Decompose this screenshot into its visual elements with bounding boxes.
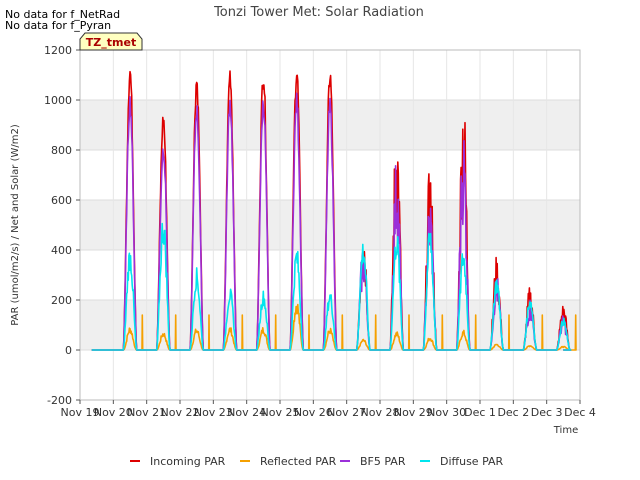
y-axis-label: PAR (umol/m2/s) / Net and Solar (W/m2): [10, 124, 21, 326]
no-data-note-2: No data for f_Pyran: [5, 19, 111, 32]
background-bands: [80, 100, 580, 350]
legend: Incoming PAR Reflected PAR BF5 PAR Diffuse …: [130, 455, 504, 468]
x-tick-label: Dec 2: [497, 406, 529, 419]
y-tick-label: 0: [65, 344, 72, 357]
x-tick-label: Dec 3: [531, 406, 563, 419]
legend-label: BF5 PAR: [360, 455, 406, 468]
legend-label: Diffuse PAR: [440, 455, 504, 468]
background-band: [80, 200, 580, 250]
y-tick-label: 400: [51, 244, 72, 257]
tz-annotation-box: TZ_tmet: [79, 32, 143, 51]
y-tick-label: 200: [51, 294, 72, 307]
x-tick-label: Dec 4: [564, 406, 596, 419]
x-axis-label: Time: [553, 425, 578, 436]
x-tick-label: Dec 1: [464, 406, 496, 419]
y-tick-label: 1000: [44, 94, 72, 107]
x-tick-label: Nov 30: [427, 406, 466, 419]
y-tick-label: 800: [51, 144, 72, 157]
legend-label: Incoming PAR: [150, 455, 226, 468]
solar-radiation-chart: -200020040060080010001200 Nov 19Nov 20No…: [0, 0, 640, 480]
background-band: [80, 300, 580, 350]
y-tick-label: 600: [51, 194, 72, 207]
legend-label: Reflected PAR: [260, 455, 337, 468]
tz-annotation-label: TZ_tmet: [86, 36, 136, 49]
y-tick-label: 1200: [44, 44, 72, 57]
chart-title: Tonzi Tower Met: Solar Radiation: [213, 5, 424, 20]
